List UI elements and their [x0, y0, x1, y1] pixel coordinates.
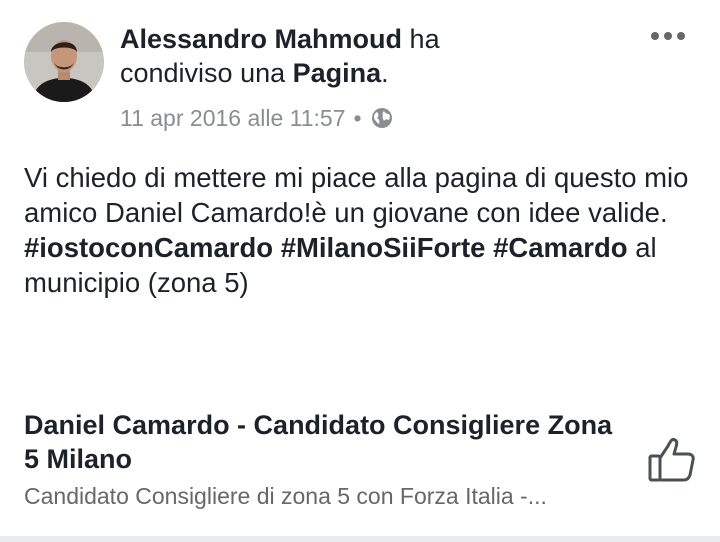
hashtag-iostoconcamardo[interactable]: #iostoconCamardo: [24, 232, 273, 263]
action-text: ha: [402, 24, 440, 54]
action-end: .: [381, 58, 389, 88]
post-header-text: Alessandro Mahmoud ha condiviso una Pagi…: [120, 22, 600, 90]
globe-icon[interactable]: [370, 106, 394, 130]
thumbs-up-icon[interactable]: [646, 434, 698, 486]
shared-page-title[interactable]: Daniel Camardo - Candidato Consigliere Z…: [24, 408, 624, 476]
more-options-icon[interactable]: [646, 26, 690, 46]
post-divider: [0, 536, 720, 542]
like-page-button: [648, 438, 695, 482]
post-message: Vi chiedo di mettere mi piace alla pagin…: [24, 160, 696, 300]
shared-page-description: Candidato Consigliere di zona 5 con Forz…: [24, 483, 547, 509]
hashtag-milanosiiforte[interactable]: #MilanoSiiForte: [281, 232, 486, 263]
avatar-photo: [24, 22, 104, 102]
author-avatar[interactable]: [24, 22, 104, 102]
dot: [651, 32, 659, 40]
facebook-post: Alessandro Mahmoud ha condiviso una Pagi…: [0, 0, 720, 542]
hashtag-camardo[interactable]: #Camardo: [493, 232, 628, 263]
message-space: [273, 232, 281, 263]
post-timestamp[interactable]: 11 apr 2016 alle 11:57: [120, 103, 346, 133]
post-meta: 11 apr 2016 alle 11:57 •: [120, 103, 394, 133]
meta-separator: •: [353, 105, 362, 131]
dot: [664, 32, 672, 40]
dot: [677, 32, 685, 40]
message-text-1: Vi chiedo di mettere mi piace alla pagin…: [24, 162, 689, 228]
action-text-line2: condiviso una: [120, 58, 293, 88]
message-space: [485, 232, 493, 263]
author-name[interactable]: Alessandro Mahmoud: [120, 24, 402, 54]
shared-page-link[interactable]: Pagina: [293, 58, 382, 88]
